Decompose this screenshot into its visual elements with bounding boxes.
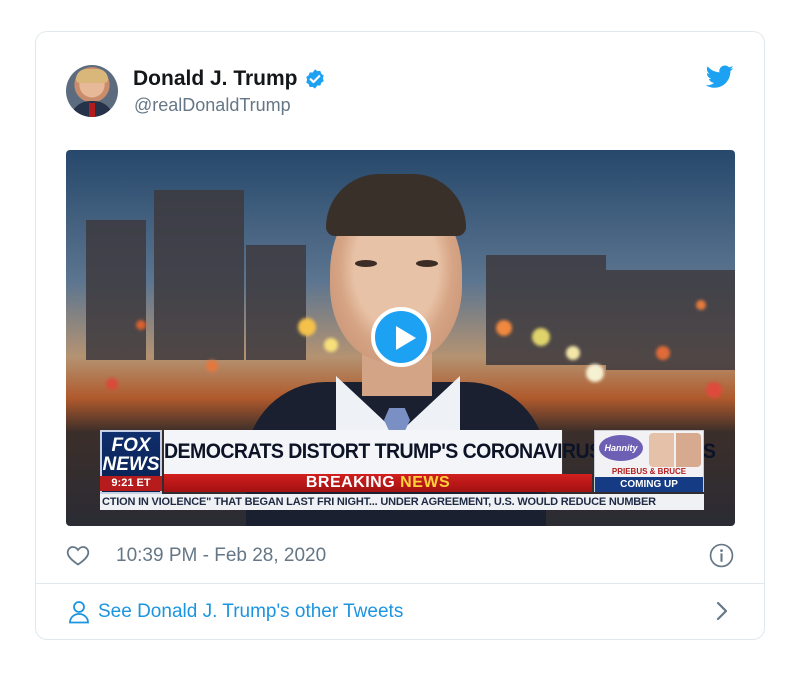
- network-logo-line1: FOX: [111, 435, 151, 456]
- tweet-card: Donald J. Trump @realDonaldTrump FOX NEW…: [35, 31, 765, 640]
- twitter-bird-icon[interactable]: [706, 65, 734, 89]
- anchor-eye: [355, 260, 377, 267]
- tweet-header: Donald J. Trump @realDonaldTrump: [36, 32, 764, 142]
- verified-badge-icon: [305, 69, 324, 89]
- network-time: 9:21 ET: [100, 476, 162, 491]
- avatar-tie: [89, 103, 95, 117]
- show-promo: Hannity PRIEBUS & BRUCE COMING UP: [594, 430, 704, 492]
- news-lower-third: FOX NEWS 9:21 ET DEMOCRATS DISTORT TRUMP…: [66, 426, 735, 526]
- bokeh-light: [324, 338, 338, 352]
- breaking-news-bar: BREAKING NEWS: [164, 474, 592, 492]
- bokeh-light: [136, 320, 146, 330]
- background-building: [246, 245, 306, 360]
- anchor-eye: [416, 260, 438, 267]
- bokeh-light: [532, 328, 550, 346]
- info-icon[interactable]: [709, 543, 734, 568]
- background-building: [606, 270, 735, 370]
- video-player[interactable]: FOX NEWS 9:21 ET DEMOCRATS DISTORT TRUMP…: [66, 150, 735, 526]
- bokeh-light: [706, 382, 722, 398]
- avatar-hair: [76, 69, 108, 83]
- bokeh-light: [586, 364, 604, 382]
- promo-show-logo: Hannity: [599, 435, 643, 461]
- breaking-word: BREAKING: [305, 474, 396, 491]
- anchor-hair: [326, 174, 466, 236]
- tweet-timestamp[interactable]: 10:39 PM - Feb 28, 2020: [116, 545, 326, 567]
- play-icon[interactable]: [371, 307, 431, 367]
- background-building: [154, 190, 244, 360]
- promo-coming-up: COMING UP: [595, 477, 703, 492]
- bokeh-light: [696, 300, 706, 310]
- other-tweets-row[interactable]: See Donald J. Trump's other Tweets: [36, 584, 764, 640]
- chevron-right-icon[interactable]: [712, 600, 732, 622]
- network-logo-line2: NEWS: [102, 454, 160, 475]
- author-name-row: Donald J. Trump: [133, 67, 326, 91]
- news-word: NEWS: [400, 474, 451, 491]
- tweet-meta-row: 10:39 PM - Feb 28, 2020: [66, 542, 735, 570]
- author-name[interactable]: Donald J. Trump: [133, 67, 298, 91]
- bokeh-light: [566, 346, 580, 360]
- background-building: [486, 255, 606, 365]
- promo-guest-names: PRIEBUS & BRUCE: [611, 467, 687, 476]
- heart-icon[interactable]: [66, 544, 90, 566]
- promo-guest-photos: [649, 433, 701, 467]
- author-handle[interactable]: @realDonaldTrump: [134, 95, 291, 116]
- background-building: [86, 220, 146, 360]
- bokeh-light: [106, 378, 118, 390]
- author-avatar[interactable]: [66, 65, 118, 117]
- person-icon: [69, 601, 89, 624]
- bokeh-light: [206, 360, 218, 372]
- bokeh-light: [656, 346, 670, 360]
- news-headline: DEMOCRATS DISTORT TRUMP'S CORONAVIRUS RE…: [164, 430, 716, 474]
- bokeh-light: [298, 318, 316, 336]
- other-tweets-link[interactable]: See Donald J. Trump's other Tweets: [98, 601, 403, 623]
- bokeh-light: [496, 320, 512, 336]
- news-ticker: CTION IN VIOLENCE" THAT BEGAN LAST FRI N…: [100, 494, 704, 510]
